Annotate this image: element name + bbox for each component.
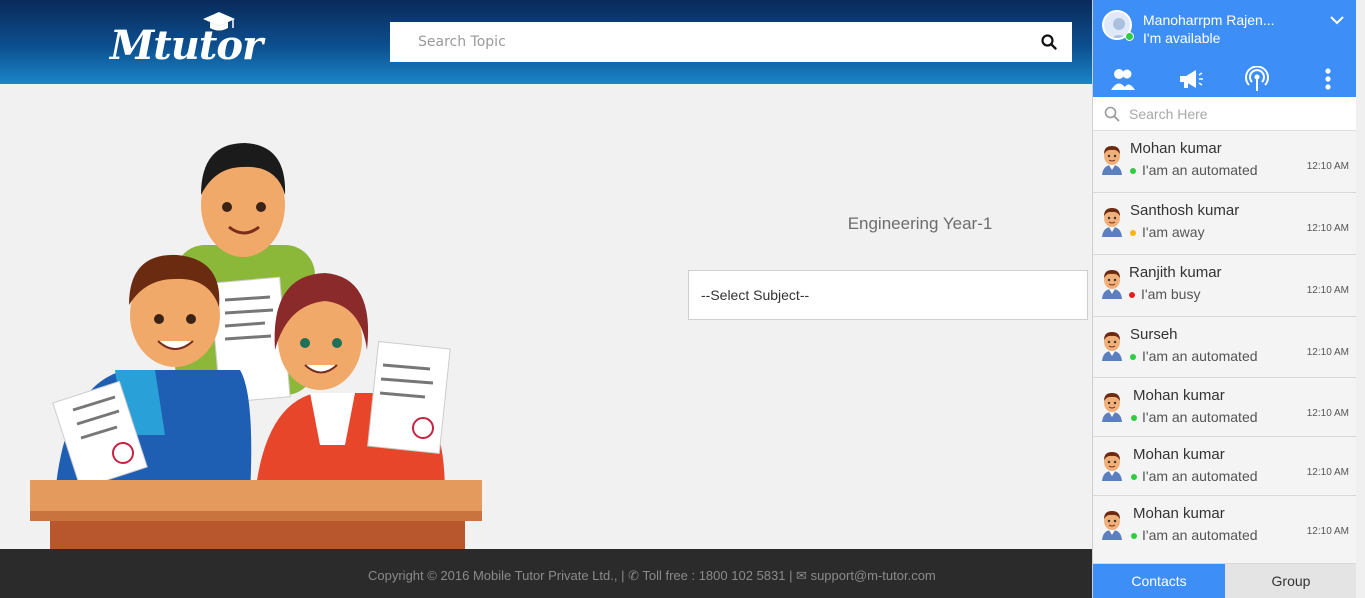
footer-copyright: Copyright © 2016 Mobile Tutor Private Lt…	[368, 568, 936, 583]
contact-avatar	[1102, 511, 1122, 540]
logo-text: Mtutor	[110, 22, 263, 69]
contact-status-text: I'am an automated	[1142, 348, 1258, 364]
more-vertical-icon[interactable]	[1315, 66, 1341, 92]
contact-status-text: I'am an automated	[1142, 162, 1258, 178]
contact-item[interactable]: Mohan kumar I'am an automated 12:10 AM	[1093, 378, 1357, 437]
contact-name: Mohan kumar	[1133, 387, 1225, 404]
chat-user-name: Manoharrpm Rajen...	[1143, 12, 1275, 28]
contact-item[interactable]: Surseh I'am an automated 12:10 AM	[1093, 317, 1357, 378]
contact-status-dot	[1131, 533, 1137, 539]
contact-avatar	[1102, 332, 1122, 361]
contact-avatar	[1102, 452, 1122, 481]
contact-status-text: I'am away	[1142, 224, 1205, 240]
contact-time: 12:10 AM	[1306, 347, 1349, 358]
broadcast-icon[interactable]	[1244, 66, 1270, 92]
megaphone-icon[interactable]	[1177, 66, 1203, 92]
search-icon	[1104, 106, 1120, 122]
chat-tabs: Contacts Group	[1093, 564, 1357, 598]
contact-time: 12:10 AM	[1306, 223, 1349, 234]
contact-avatar	[1102, 208, 1122, 237]
topic-search-box	[390, 22, 1072, 62]
tab-group[interactable]: Group	[1225, 564, 1357, 598]
contact-status-text: I'am busy	[1141, 286, 1201, 302]
contact-status-dot	[1130, 230, 1136, 236]
contact-time: 12:10 AM	[1306, 285, 1349, 296]
contact-name: Mohan kumar	[1133, 446, 1225, 463]
contact-status-dot	[1131, 474, 1137, 480]
contact-time: 12:10 AM	[1306, 161, 1349, 172]
contact-avatar	[1102, 393, 1122, 422]
subject-select-value: --Select Subject--	[701, 287, 810, 303]
contact-name: Santhosh kumar	[1130, 202, 1240, 219]
contact-status-dot	[1131, 415, 1137, 421]
chevron-down-icon[interactable]	[1329, 14, 1345, 26]
subject-select[interactable]: --Select Subject--	[688, 270, 1088, 320]
contact-item[interactable]: Mohan kumar I'am an automated 12:10 AM	[1093, 496, 1357, 564]
contact-item[interactable]: Mohan kumar I'am an automated 12:10 AM	[1093, 131, 1357, 193]
contact-search-box	[1093, 97, 1357, 131]
topic-search-input[interactable]	[418, 22, 1018, 62]
course-heading: Engineering Year-1	[847, 214, 993, 233]
contact-status-dot	[1129, 292, 1135, 298]
tab-contacts[interactable]: Contacts	[1093, 564, 1225, 598]
mtutor-logo[interactable]: Mtutor	[110, 10, 263, 76]
students-illustration	[30, 143, 482, 550]
chat-header: Manoharrpm Rajen... I'm available	[1093, 0, 1357, 97]
contact-time: 12:10 AM	[1306, 467, 1349, 478]
page-scrollbar[interactable]	[1356, 0, 1365, 598]
contact-name: Mohan kumar	[1130, 140, 1222, 157]
contact-item[interactable]: Mohan kumar I'am an automated 12:10 AM	[1093, 437, 1357, 496]
contact-time: 12:10 AM	[1306, 408, 1349, 419]
chat-panel: Manoharrpm Rajen... I'm available Search…	[1092, 0, 1357, 598]
contact-item[interactable]: Santhosh kumar I'am away 12:10 AM	[1093, 193, 1357, 255]
contact-status-text: I'am an automated	[1142, 468, 1258, 484]
contact-name: Mohan kumar	[1133, 505, 1225, 522]
contact-avatar	[1102, 270, 1122, 299]
contact-status-text: I'am an automated	[1142, 527, 1258, 543]
chat-user-status: I'm available	[1143, 30, 1221, 46]
contact-status-text: I'am an automated	[1142, 409, 1258, 425]
contact-item[interactable]: Ranjith kumar I'am busy 12:10 AM	[1093, 255, 1357, 317]
contact-status-dot	[1130, 354, 1136, 360]
search-icon[interactable]	[1040, 33, 1058, 51]
online-indicator	[1125, 32, 1134, 41]
graduation-cap-icon	[203, 12, 235, 31]
contact-avatar	[1102, 146, 1122, 175]
chat-toolbar	[1093, 66, 1357, 94]
contact-time: 12:10 AM	[1306, 526, 1349, 537]
contact-search-input[interactable]	[1129, 103, 1349, 125]
contacts-icon[interactable]	[1110, 66, 1136, 92]
contact-name: Ranjith kumar	[1129, 264, 1222, 281]
contact-name: Surseh	[1130, 326, 1178, 343]
contact-status-dot	[1130, 168, 1136, 174]
